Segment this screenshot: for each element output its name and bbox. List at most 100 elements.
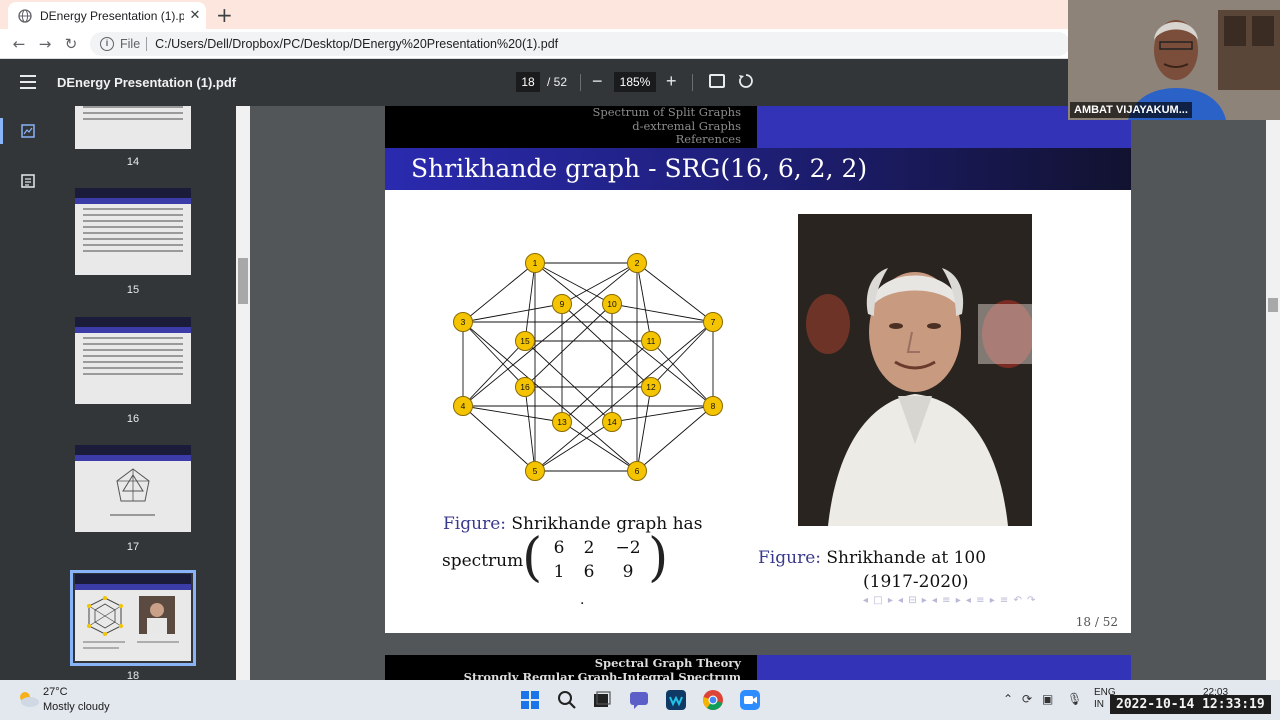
tab-close-icon[interactable]: ✕: [184, 8, 206, 23]
section-nav-line[interactable]: Spectrum of Split Graphs: [593, 106, 742, 120]
slide-title: Shrikhande graph - SRG(16, 6, 2, 2): [411, 154, 868, 183]
reload-button[interactable]: ↻: [60, 33, 82, 55]
next-section-line: Spectral Graph Theory: [594, 656, 741, 670]
beamer-navigation-symbols[interactable]: ◂ □ ▸ ◂ ⊟ ▸ ◂ ≡ ▸ ◂ ≡ ▸ ≡ ↶ ↷: [863, 595, 1036, 606]
forward-button[interactable]: →: [34, 33, 56, 55]
participant-name: AMBAT VIJAYAKUM...: [1070, 102, 1192, 118]
zoom-in-button[interactable]: +: [666, 71, 677, 92]
weather-cloudy-icon[interactable]: [16, 689, 40, 709]
graph-node-label: 16: [520, 382, 530, 392]
matrix-period: .: [580, 592, 585, 608]
graph-node-label: 6: [635, 466, 640, 476]
tab-title: DEnergy Presentation (1).pdf: [40, 8, 184, 23]
page-thumbnail[interactable]: [75, 317, 191, 404]
thumbnail-label: 14: [126, 156, 140, 168]
graph-node-label: 4: [461, 401, 466, 411]
zoom-app-icon[interactable]: [739, 689, 761, 711]
outline-icon[interactable]: [21, 174, 35, 188]
graph-node-label: 15: [520, 336, 530, 346]
sidebar-scrollbar-thumb[interactable]: [238, 258, 248, 304]
main-scrollbar-thumb[interactable]: [1268, 298, 1278, 312]
graph-edge: [462, 340, 526, 407]
graph-edge: [561, 340, 652, 423]
page-total: / 52: [547, 75, 568, 89]
new-tab-button[interactable]: +: [216, 3, 233, 27]
figure2-years: (1917-2020): [863, 572, 969, 592]
sidebar-scrollbar[interactable]: [236, 106, 250, 680]
thumbnail-label: 17: [126, 541, 140, 553]
microphone-icon[interactable]: 🎙: [1067, 692, 1082, 706]
weather-description[interactable]: Mostly cloudy: [43, 701, 110, 713]
graph-node-label: 7: [711, 317, 716, 327]
windows-start-icon[interactable]: [519, 689, 541, 711]
thumbnail-sidebar: 14 15 16 17 18: [0, 106, 250, 680]
weather-temperature[interactable]: 27°C: [43, 686, 68, 698]
graph-edge: [462, 321, 526, 388]
slide-page: Spectrum of Split Graphs d-extremal Grap…: [385, 106, 1131, 633]
page-thumbnail[interactable]: [75, 445, 191, 532]
graph-edge: [462, 303, 563, 323]
next-slide-header-right: [757, 655, 1131, 680]
thumbnail-slide-preview: [83, 596, 179, 649]
graph-edge: [524, 386, 536, 472]
portrait-illustration: [798, 214, 1032, 526]
graph-edge: [650, 340, 714, 407]
toolbar-divider: [580, 74, 581, 91]
rotate-icon[interactable]: [738, 73, 754, 89]
graph-edge: [636, 386, 652, 472]
thumbnail-label: 18: [126, 670, 140, 680]
pdf-main-view: Spectrum of Split Graphs d-extremal Grap…: [250, 106, 1280, 680]
graph-edge: [611, 303, 714, 323]
matrix-left-paren: (: [522, 528, 543, 588]
toolbar-divider: [692, 74, 693, 91]
thumbnails-icon[interactable]: [21, 124, 35, 138]
page-thumbnail[interactable]: [75, 188, 191, 275]
main-scrollbar[interactable]: [1266, 106, 1280, 680]
recording-timestamp-overlay: 2022-10-14 12:33:19: [1110, 695, 1271, 714]
search-icon[interactable]: [556, 689, 578, 711]
menu-icon[interactable]: [20, 75, 36, 89]
address-bar[interactable]: i File C:/Users/Dell/Dropbox/PC/Desktop/…: [90, 32, 1070, 56]
page-thumbnail-current[interactable]: [75, 574, 191, 661]
zoom-out-button[interactable]: −: [592, 71, 603, 92]
graph-node-label: 10: [607, 299, 617, 309]
section-nav-line[interactable]: References: [593, 132, 741, 147]
graph-edge: [524, 262, 536, 342]
matrix-cell: 2: [583, 538, 595, 558]
graph-node-label: 14: [607, 417, 617, 427]
network-sync-icon[interactable]: ⟳: [1022, 692, 1032, 706]
task-view-icon[interactable]: [591, 689, 613, 711]
fit-to-page-icon[interactable]: [709, 74, 725, 88]
matrix-cell: 6: [553, 538, 565, 558]
graph-node-label: 13: [557, 417, 567, 427]
graph-edge: [524, 303, 613, 388]
next-slide-section-nav: Spectral Graph Theory Strongly Regular G…: [464, 656, 741, 680]
graph-node-label: 8: [711, 401, 716, 411]
browser-tab[interactable]: DEnergy Presentation (1).pdf ✕: [8, 2, 206, 29]
chrome-icon[interactable]: [702, 689, 724, 711]
page-thumbnail[interactable]: [75, 106, 191, 149]
matrix-cell: 6: [583, 562, 595, 582]
back-button[interactable]: ←: [8, 33, 30, 55]
chat-icon[interactable]: [628, 689, 650, 711]
thumbnail-label: 15: [126, 284, 140, 296]
tray-chevron-icon[interactable]: ⌃: [1003, 692, 1013, 706]
page-number-input[interactable]: 18: [516, 72, 540, 92]
spectrum-word: spectrum: [442, 551, 524, 571]
graph-edge: [462, 262, 638, 407]
webex-icon[interactable]: [665, 689, 687, 711]
info-icon[interactable]: i: [100, 37, 114, 51]
graph-node-label: 1: [533, 258, 538, 268]
graph-node-label: 3: [461, 317, 466, 327]
shrikhande-photo: [798, 214, 1032, 526]
section-nav-line[interactable]: d-extremal Graphs: [593, 119, 741, 134]
slide-section-nav: Spectrum of Split Graphs d-extremal Grap…: [593, 106, 742, 147]
security-icon[interactable]: ▣: [1042, 692, 1053, 706]
graph-node-label: 11: [647, 336, 656, 346]
figure2-label: Figure:: [758, 548, 821, 568]
address-divider: [146, 37, 148, 51]
globe-icon: [18, 8, 32, 23]
graph-edge: [636, 405, 714, 472]
zoom-level-input[interactable]: 185%: [614, 72, 656, 92]
figure1-label: Figure:: [443, 514, 506, 534]
